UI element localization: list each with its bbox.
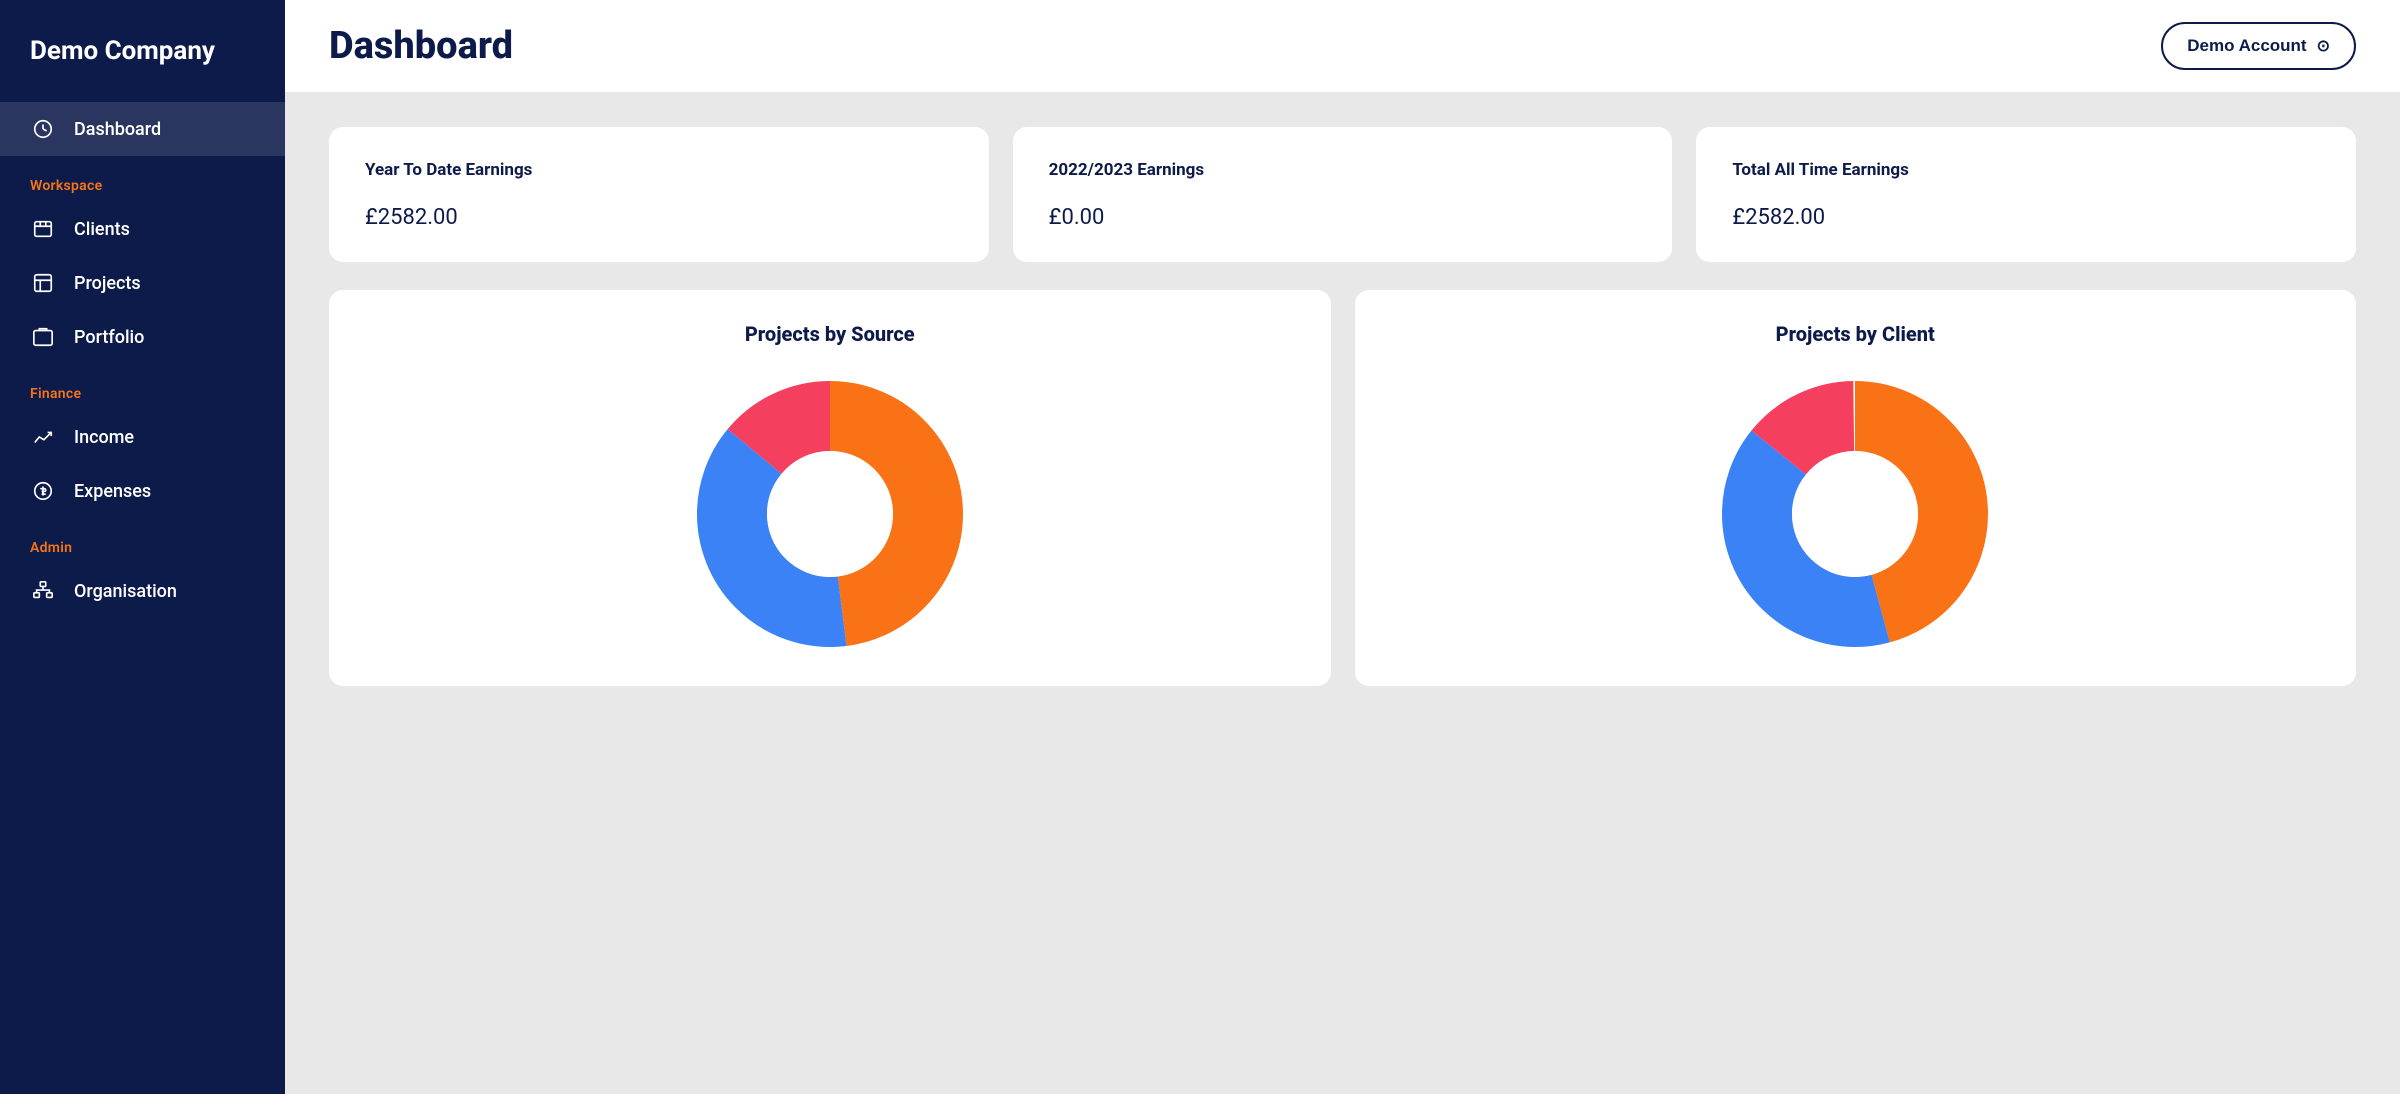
sidebar-item-label: Income [74,427,134,448]
stat-title-ytd: Year To Date Earnings [365,159,953,183]
chart-card-client: Projects by Client [1355,290,2357,686]
sidebar: Demo Company Dashboard Workspace Clients… [0,0,285,1094]
sidebar-item-income[interactable]: Income [0,410,285,464]
stat-title-2223: 2022/2023 Earnings [1049,159,1637,183]
sidebar-item-projects[interactable]: Projects [0,256,285,310]
content-area: Year To Date Earnings £2582.00 2022/2023… [285,93,2400,1094]
chart-title-client: Projects by Client [1776,322,1935,346]
donut-hole-client [1792,451,1918,577]
sidebar-item-label: Expenses [74,481,151,502]
donut-source-svg [690,374,970,654]
stat-value-ytd: £2582.00 [365,205,953,230]
sidebar-item-label: Dashboard [74,119,161,140]
sidebar-item-clients[interactable]: Clients [0,202,285,256]
income-icon [30,424,56,450]
sidebar-item-label: Clients [74,219,130,240]
donut-client-svg [1715,374,1995,654]
topbar: Dashboard Demo Account ⊙ [285,0,2400,93]
dashboard-icon [30,116,56,142]
sidebar-item-dashboard[interactable]: Dashboard [0,102,285,156]
sidebar-item-label: Organisation [74,581,177,602]
stats-row: Year To Date Earnings £2582.00 2022/2023… [329,127,2356,262]
donut-hole-source [767,451,893,577]
stat-card-2223: 2022/2023 Earnings £0.00 [1013,127,1673,262]
donut-client [1715,374,1995,654]
chart-title-source: Projects by Source [745,322,915,346]
page-title: Dashboard [329,24,513,68]
account-button[interactable]: Demo Account ⊙ [2161,22,2356,70]
stat-card-ytd: Year To Date Earnings £2582.00 [329,127,989,262]
account-label: Demo Account [2187,36,2306,56]
expenses-icon [30,478,56,504]
sidebar-item-expenses[interactable]: Expenses [0,464,285,518]
chart-card-source: Projects by Source [329,290,1331,686]
stat-value-alltime: £2582.00 [1732,205,2320,230]
stat-card-alltime: Total All Time Earnings £2582.00 [1696,127,2356,262]
portfolio-icon [30,324,56,350]
main-content: Dashboard Demo Account ⊙ Year To Date Ea… [285,0,2400,1094]
chevron-down-icon: ⊙ [2317,36,2330,56]
sidebar-section-workspace: Workspace [0,156,285,202]
sidebar-item-label: Projects [74,273,141,294]
stat-title-alltime: Total All Time Earnings [1732,159,2320,183]
stat-value-2223: £0.00 [1049,205,1637,230]
projects-icon [30,270,56,296]
sidebar-item-portfolio[interactable]: Portfolio [0,310,285,364]
sidebar-logo: Demo Company [0,0,285,102]
organisation-icon [30,578,56,604]
sidebar-section-finance: Finance [0,364,285,410]
clients-icon [30,216,56,242]
donut-source [690,374,970,654]
charts-row: Projects by Source [329,290,2356,686]
sidebar-item-organisation[interactable]: Organisation [0,564,285,618]
sidebar-section-admin: Admin [0,518,285,564]
sidebar-item-label: Portfolio [74,327,144,348]
